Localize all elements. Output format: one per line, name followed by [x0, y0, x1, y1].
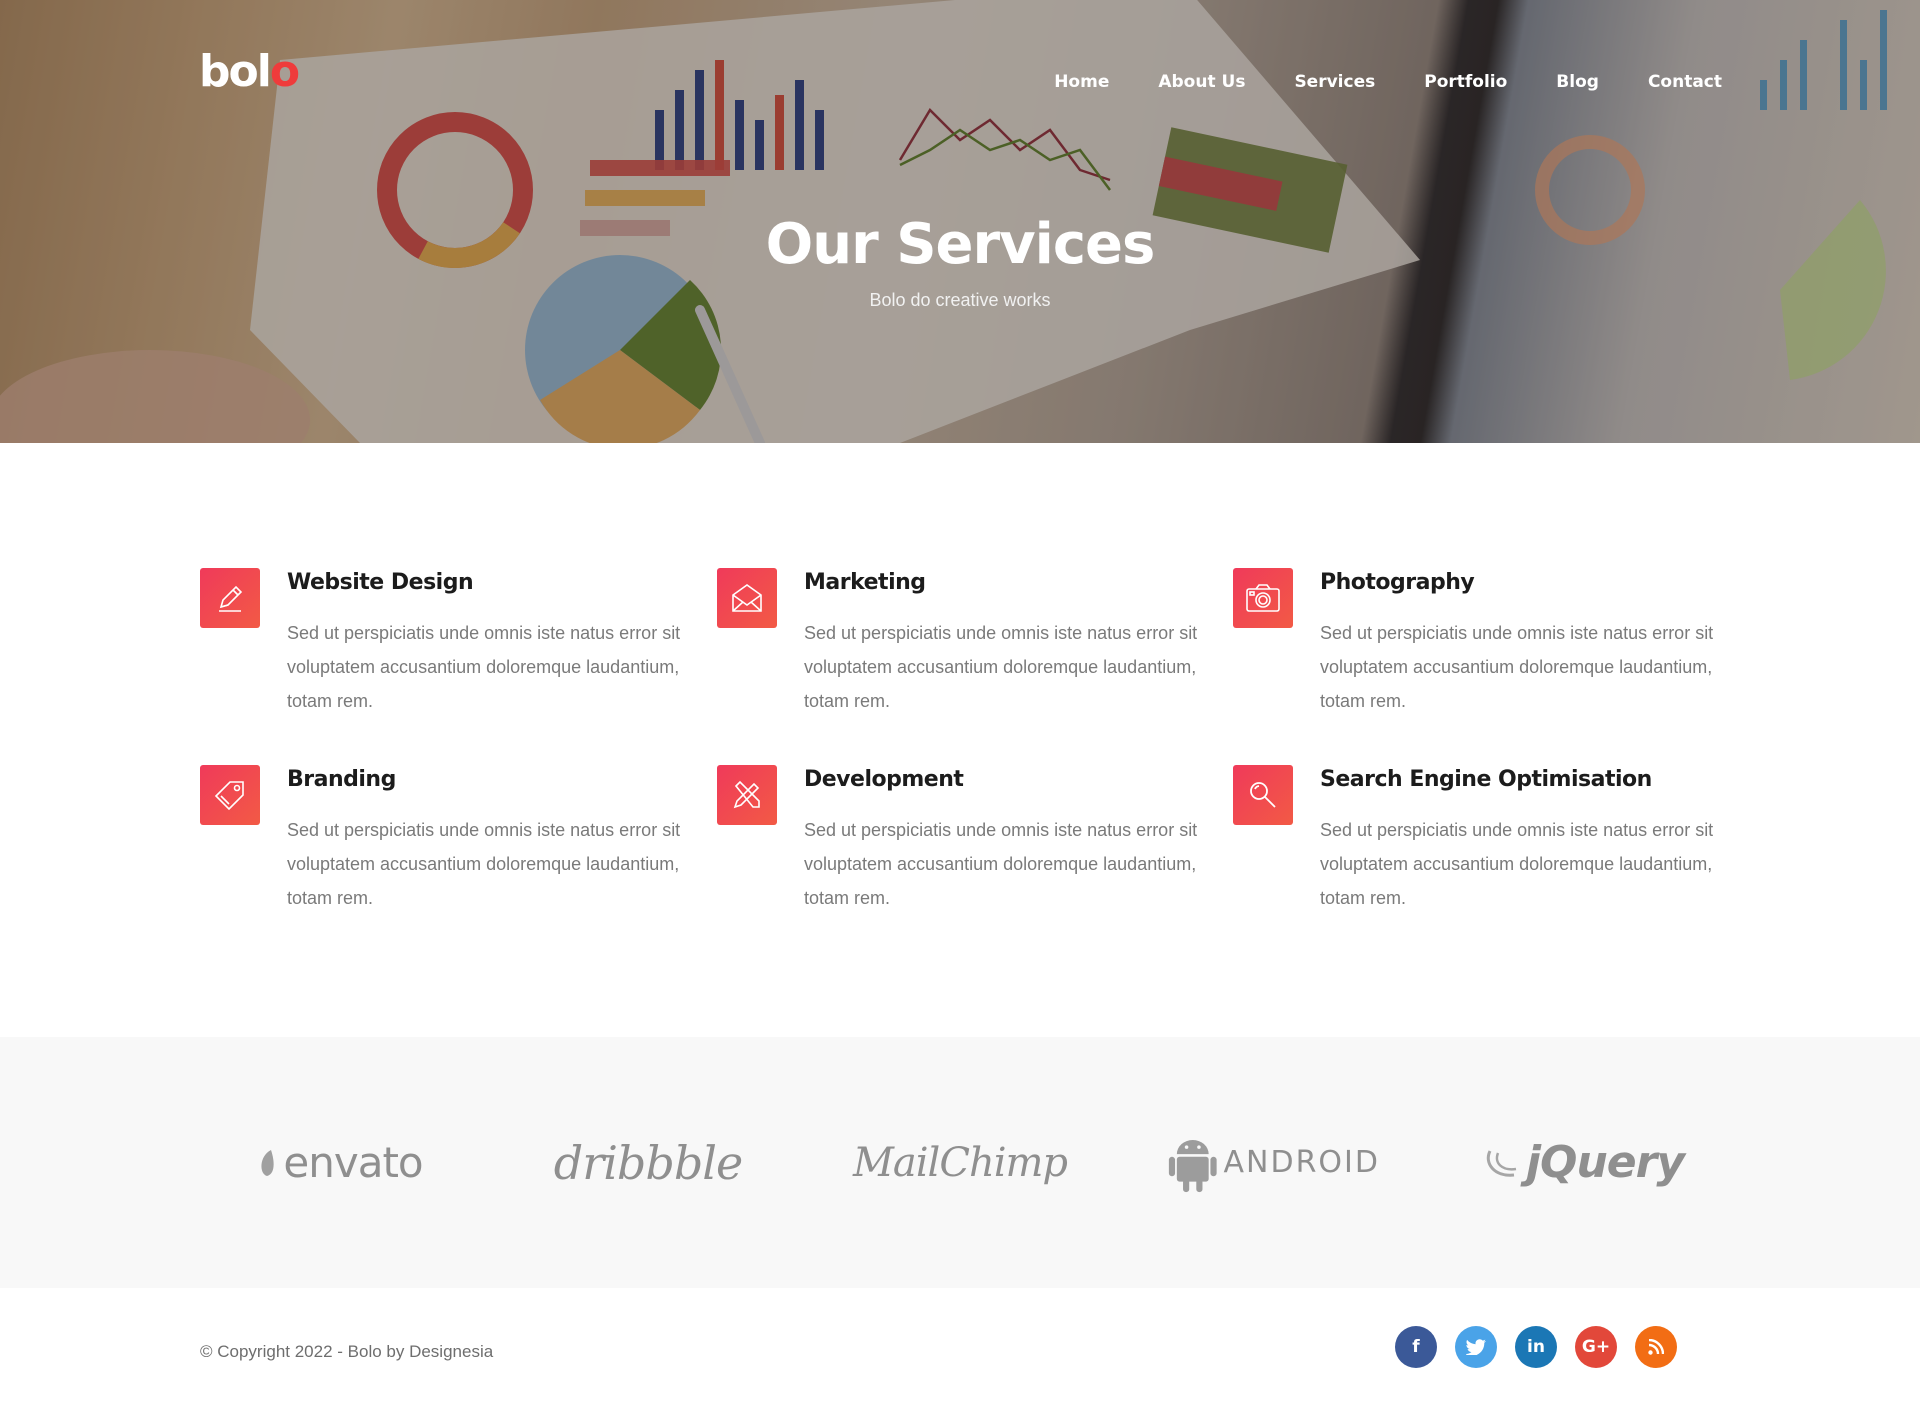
- service-text: Sed ut perspiciatis unde omnis iste natu…: [804, 820, 1198, 908]
- camera-icon: [1233, 568, 1293, 628]
- logo-accent: o: [269, 46, 300, 97]
- nav-portfolio[interactable]: Portfolio: [1424, 72, 1507, 92]
- service-title: Marketing: [804, 570, 926, 595]
- copyright-text: © Copyright 2022 - Bolo by Designesia: [200, 1342, 494, 1361]
- service-text: Sed ut perspiciatis unde omnis iste natu…: [804, 623, 1198, 711]
- partner-mailchimp-text: MailChimp: [852, 1139, 1068, 1186]
- envelope-icon: [717, 568, 777, 628]
- nav-contact[interactable]: Contact: [1648, 72, 1722, 92]
- tag-icon: [200, 765, 260, 825]
- partner-envato-text: envato: [283, 1138, 423, 1187]
- partner-logo-envato: envato: [240, 1037, 440, 1288]
- facebook-icon[interactable]: f: [1395, 1326, 1437, 1368]
- service-title: Website Design: [287, 570, 474, 595]
- rss-icon[interactable]: [1635, 1326, 1677, 1368]
- partner-logo-mailchimp: MailChimp: [850, 1037, 1070, 1288]
- nav-about-us[interactable]: About Us: [1158, 72, 1245, 92]
- main-nav: Home About Us Services Portfolio Blog Co…: [1005, 72, 1722, 92]
- nav-services[interactable]: Services: [1294, 72, 1375, 92]
- hero-banner: bolo Home About Us Services Portfolio Bl…: [0, 0, 1920, 443]
- page-title: Our Services: [765, 212, 1156, 277]
- service-title: Branding: [287, 767, 396, 792]
- partner-logo-dribbble: dribbble: [548, 1037, 748, 1288]
- google-plus-icon[interactable]: G+: [1575, 1326, 1617, 1368]
- partner-logo-android: android: [1168, 1037, 1380, 1288]
- tools-icon: [717, 765, 777, 825]
- service-title: Development: [804, 767, 964, 792]
- partner-dribbble-text: dribbble: [553, 1135, 743, 1190]
- linkedin-icon[interactable]: in: [1515, 1326, 1557, 1368]
- service-title: Photography: [1320, 570, 1475, 595]
- service-text: Sed ut perspiciatis unde omnis iste natu…: [1320, 623, 1714, 711]
- service-text: Sed ut perspiciatis unde omnis iste natu…: [1320, 820, 1714, 908]
- search-icon: [1233, 765, 1293, 825]
- partner-jquery-text: jQuery: [1525, 1137, 1685, 1188]
- partners-section: envato dribbble MailChimp android jQuery: [0, 1037, 1920, 1288]
- nav-blog[interactable]: Blog: [1556, 72, 1599, 92]
- page-subtitle: Bolo do creative works: [869, 290, 1051, 310]
- pencil-icon: [200, 568, 260, 628]
- social-links: f in G+: [1395, 1326, 1677, 1368]
- jquery-swirl-icon: [1486, 1149, 1517, 1177]
- service-text: Sed ut perspiciatis unde omnis iste natu…: [287, 820, 681, 908]
- nav-home[interactable]: Home: [1054, 72, 1109, 92]
- logo-text: bol: [199, 46, 272, 97]
- partner-android-text: android: [1223, 1145, 1380, 1180]
- service-title: Search Engine Optimisation: [1320, 767, 1652, 792]
- service-text: Sed ut perspiciatis unde omnis iste natu…: [287, 623, 681, 711]
- site-logo[interactable]: bolo: [199, 46, 300, 97]
- partner-logo-jquery: jQuery: [1478, 1037, 1690, 1288]
- android-robot-icon: [1168, 1139, 1217, 1192]
- twitter-icon[interactable]: [1455, 1326, 1497, 1368]
